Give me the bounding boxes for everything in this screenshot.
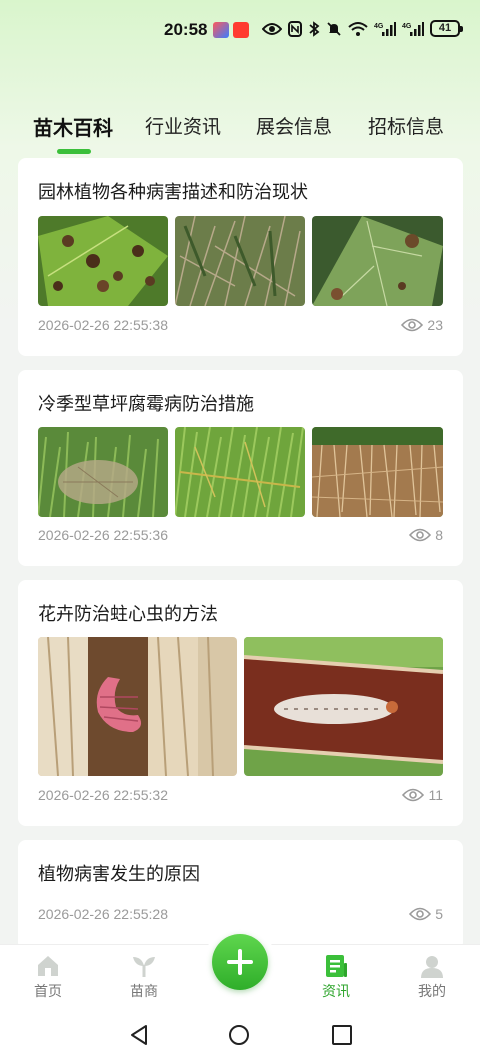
status-time: 20:58 [164,20,208,39]
user-icon [421,956,443,978]
article-image [175,427,305,517]
status-bar: 20:58 4G 4G 41 [0,0,480,64]
system-nav-bar [0,1008,480,1061]
eye-icon [401,318,424,332]
nav-label: 我的 [418,984,446,1000]
home-circle-icon[interactable] [228,1024,250,1046]
sprout-icon [133,957,155,977]
plus-icon [227,949,253,975]
eye-icon [402,788,425,802]
tab-exhibition-info[interactable]: 展会信息 [256,112,332,139]
notification-icons [213,22,249,38]
nav-label: 苗商 [130,984,158,1000]
article-views: 11 [402,787,443,803]
eye-icon [409,907,432,921]
bluetooth-icon [309,20,320,37]
app-notification-icon [233,22,249,38]
recents-icon[interactable] [331,1024,353,1046]
mute-icon [327,21,341,36]
article-title: 冷季型草坪腐霉病防治措施 [38,394,254,415]
article-title: 植物病害发生的原因 [38,864,200,885]
category-tabs: 苗木百科 行业资讯 展会信息 招标信息 [0,112,480,162]
view-count: 8 [435,527,443,543]
active-tab-indicator [57,149,91,154]
signal-4g-icon: 4G [402,21,424,36]
battery-indicator: 41 [430,20,463,37]
tab-industry-news[interactable]: 行业资讯 [145,112,221,139]
article-title: 花卉防治蛀心虫的方法 [38,604,218,625]
svg-text:4G: 4G [374,23,384,30]
article-date: 2026-02-26 22:55:36 [38,527,168,543]
article-date: 2026-02-26 22:55:28 [38,906,168,922]
view-count: 11 [428,787,443,803]
nfc-icon [288,20,302,37]
article-image [244,637,443,776]
tab-tender-info[interactable]: 招标信息 [368,112,444,139]
article-card[interactable]: 冷季型草坪腐霉病防治措施 2026-02-26 22:55:36 8 [18,370,463,566]
article-image [175,216,305,306]
nav-nursery[interactable]: 苗商 [109,953,179,1001]
home-icon [38,956,58,976]
nav-label: 首页 [34,984,62,1000]
article-views: 23 [401,317,443,333]
view-count: 23 [427,317,443,333]
svg-text:4G: 4G [402,23,412,30]
eye-icon [409,528,432,542]
eye-icon [262,22,282,35]
status-icons: 4G 4G 41 [262,20,463,37]
news-icon [326,955,347,977]
wifi-icon [348,21,368,36]
article-date: 2026-02-26 22:55:32 [38,787,168,803]
article-image [38,427,168,517]
article-image [38,216,168,306]
back-icon[interactable] [128,1024,150,1046]
article-title: 园林植物各种病害描述和防治现状 [38,182,308,203]
article-card[interactable]: 花卉防治蛀心虫的方法 2026-02-26 22:55:32 11 [18,580,463,826]
article-card[interactable]: 园林植物各种病害描述和防治现状 2026-02-26 22:55:38 23 [18,158,463,356]
add-button[interactable] [212,934,268,990]
view-count: 5 [435,906,443,922]
article-views: 5 [409,906,443,922]
app-notification-icon [213,22,229,38]
article-image [312,216,443,306]
article-image [312,427,443,517]
signal-4g-icon: 4G [374,21,396,36]
nav-label: 资讯 [322,984,350,1000]
nav-profile[interactable]: 我的 [397,953,467,1001]
article-views: 8 [409,527,443,543]
article-image [38,637,237,776]
nav-home[interactable]: 首页 [13,953,83,1001]
article-date: 2026-02-26 22:55:38 [38,317,168,333]
tab-seedling-encyclopedia[interactable]: 苗木百科 [33,112,113,141]
nav-news[interactable]: 资讯 [301,953,371,1001]
